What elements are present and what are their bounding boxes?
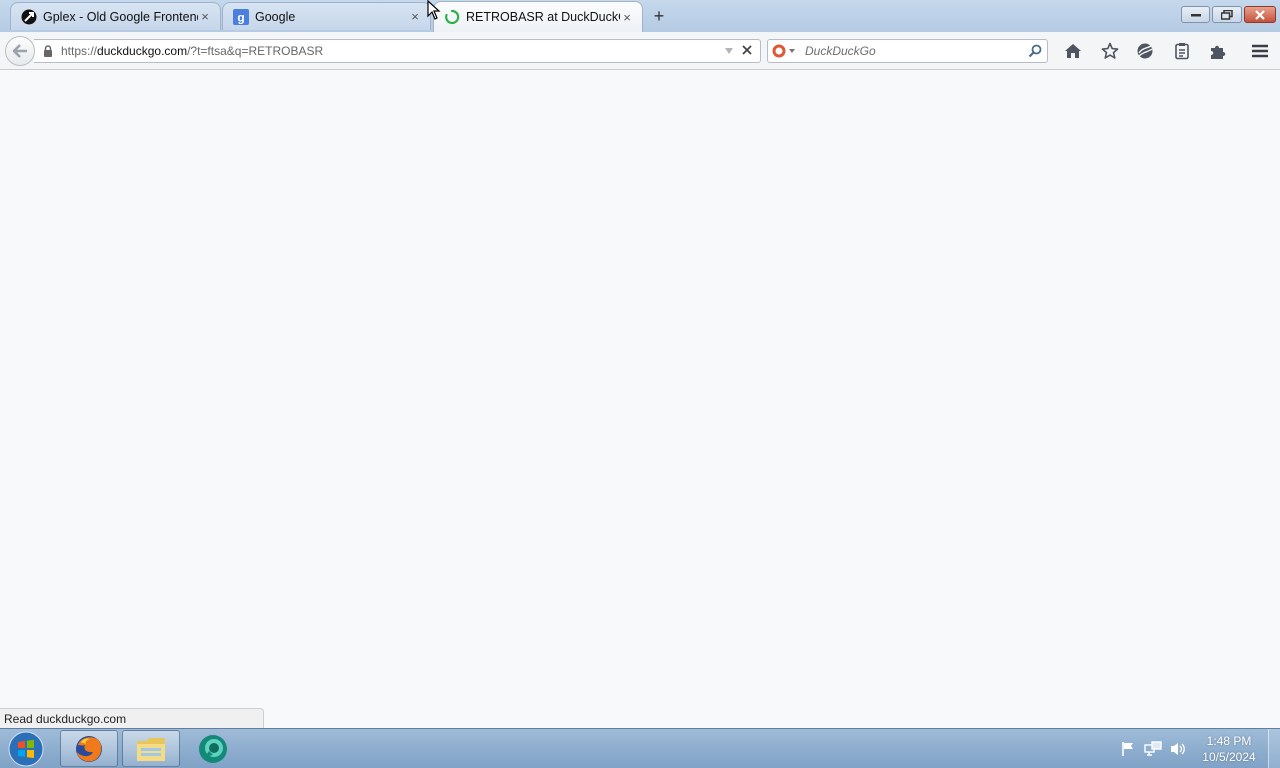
mouse-cursor-icon	[427, 0, 441, 20]
app-icon	[199, 734, 227, 763]
menu-icon[interactable]	[1250, 41, 1270, 61]
show-desktop-button[interactable]	[1268, 729, 1280, 768]
new-tab-button[interactable]: +	[649, 6, 669, 26]
search-bar[interactable]: DuckDuckGo	[767, 39, 1048, 63]
url-path: /?t=ftsa&q=RETROBASR	[187, 44, 324, 58]
bookmark-star-icon[interactable]	[1100, 41, 1120, 61]
google-icon: g	[233, 8, 249, 25]
network-icon[interactable]	[1143, 739, 1163, 759]
url-scheme: https://	[61, 44, 98, 58]
windows-logo-icon	[8, 731, 44, 767]
close-icon	[1255, 9, 1265, 20]
firefox-icon	[76, 735, 102, 762]
back-button[interactable]	[5, 36, 35, 66]
taskbar: 1:48 PM 10/5/2024	[0, 728, 1280, 768]
clock-time: 1:48 PM	[1206, 734, 1252, 748]
tab-close-icon[interactable]: ×	[198, 9, 212, 24]
restore-button[interactable]	[1212, 6, 1242, 23]
taskbar-app[interactable]	[184, 730, 242, 767]
system-tray	[1118, 729, 1193, 768]
tab-strip: Gplex - Old Google Frontend × g Google ×…	[0, 0, 1280, 32]
window-close-button[interactable]	[1244, 6, 1276, 23]
sync-icon[interactable]	[1135, 41, 1155, 61]
gplex-icon	[21, 9, 37, 25]
taskbar-file-explorer[interactable]	[122, 730, 180, 767]
url-bar[interactable]: https://duckduckgo.com/?t=ftsa&q=RETROBA…	[34, 39, 761, 63]
back-arrow-icon	[12, 44, 27, 58]
status-bar: Read duckduckgo.com	[0, 708, 264, 728]
clock-date: 10/5/2024	[1202, 750, 1256, 764]
file-explorer-icon	[137, 737, 165, 761]
start-button[interactable]	[6, 731, 46, 767]
search-placeholder: DuckDuckGo	[805, 44, 876, 58]
tab-close-icon[interactable]: ×	[620, 10, 634, 25]
taskbar-clock[interactable]: 1:48 PM 10/5/2024	[1196, 733, 1262, 765]
tab-title: Gplex - Old Google Frontend	[43, 9, 198, 24]
url-text[interactable]: https://duckduckgo.com/?t=ftsa&q=RETROBA…	[61, 44, 323, 58]
minimize-button[interactable]	[1181, 6, 1210, 23]
tab-gplex[interactable]: Gplex - Old Google Frontend ×	[10, 2, 221, 30]
lock-icon	[42, 45, 54, 57]
volume-icon[interactable]	[1168, 739, 1188, 759]
tab-duckduckgo[interactable]: RETROBASR at DuckDuckGo ×	[433, 1, 643, 32]
search-engine-selector[interactable]	[768, 40, 798, 62]
svg-text:g: g	[237, 10, 244, 24]
restore-icon	[1221, 9, 1233, 20]
addons-icon[interactable]	[1208, 41, 1228, 61]
duckduckgo-icon	[772, 44, 795, 58]
loading-spinner-icon	[444, 9, 460, 25]
taskbar-firefox[interactable]	[60, 730, 118, 767]
navigation-toolbar: https://duckduckgo.com/?t=ftsa&q=RETROBA…	[0, 32, 1280, 70]
page-content-area	[0, 70, 1280, 728]
url-domain: duckduckgo.com	[97, 44, 188, 58]
stop-loading-icon[interactable]	[741, 44, 753, 58]
search-icon[interactable]	[1028, 44, 1042, 61]
tab-title: Google	[255, 9, 296, 24]
home-icon[interactable]	[1063, 41, 1083, 61]
tab-google[interactable]: g Google ×	[222, 2, 431, 30]
minimize-icon	[1190, 13, 1201, 16]
tab-title: RETROBASR at DuckDuckGo	[466, 10, 620, 24]
action-center-flag-icon[interactable]	[1118, 739, 1138, 759]
tab-close-icon[interactable]: ×	[408, 9, 422, 24]
url-history-dropdown-icon[interactable]	[724, 46, 734, 56]
reading-list-icon[interactable]	[1172, 41, 1192, 61]
